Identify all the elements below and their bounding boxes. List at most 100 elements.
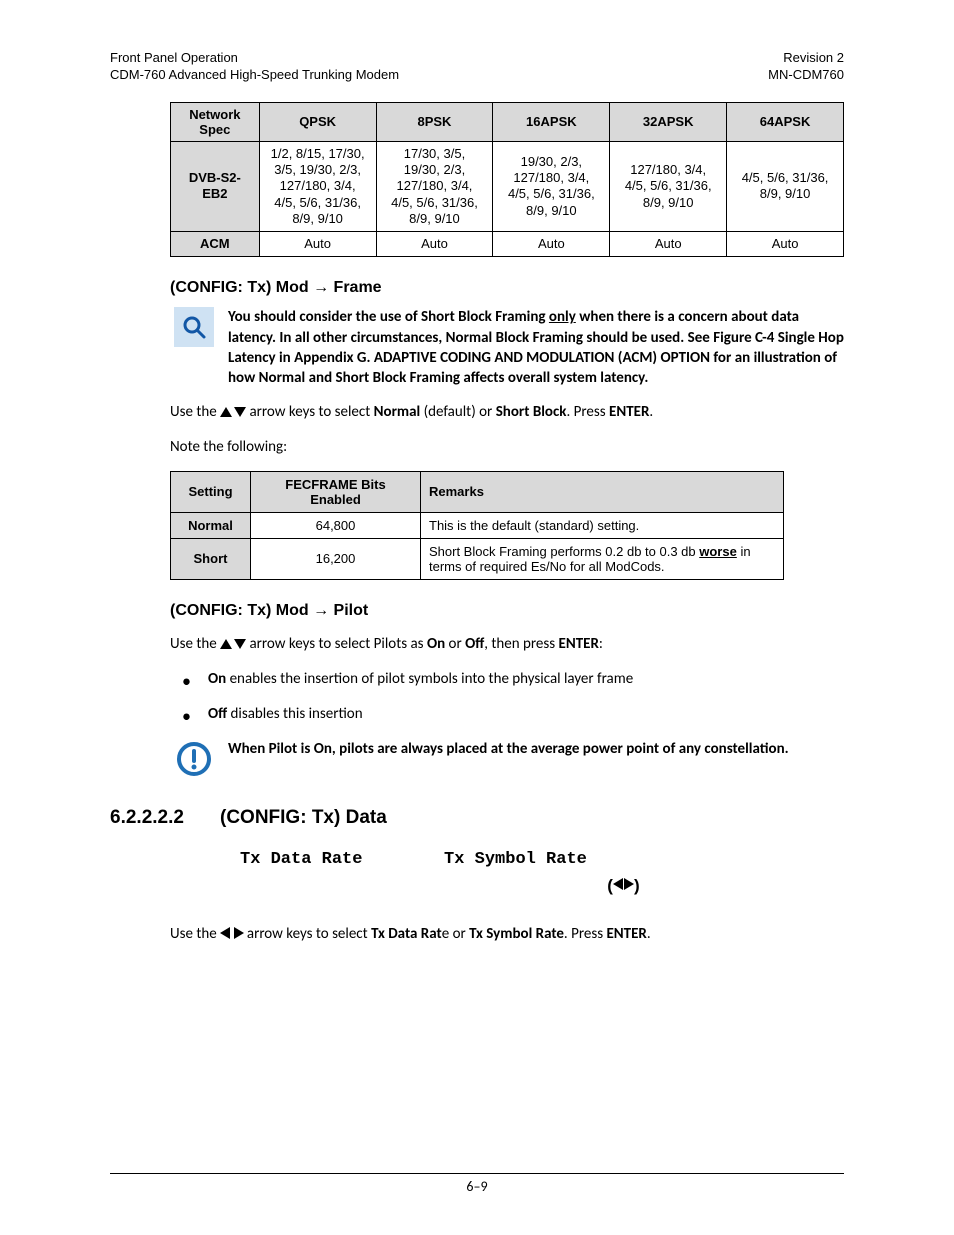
paragraph: Note the following: — [170, 437, 844, 457]
bold: On — [208, 670, 226, 688]
triangle-right-icon — [234, 927, 244, 939]
text: . Press — [564, 925, 607, 943]
bold: Off — [208, 705, 227, 723]
underlined-word: only — [549, 308, 576, 326]
note-text: You should consider the use of Short Blo… — [228, 307, 844, 388]
text: or — [445, 635, 465, 653]
note-text: When Pilot is On, pilots are always plac… — [228, 739, 789, 759]
col-header: 64APSK — [727, 102, 844, 141]
table-row: Normal 64,800 This is the default (stand… — [171, 512, 784, 538]
cell: 64,800 — [251, 512, 421, 538]
page-header: Front Panel Operation CDM-760 Advanced H… — [110, 50, 844, 84]
lr-arrow-group: () — [607, 876, 639, 895]
config-frame-heading: (CONFIG: Tx) Mod → Frame — [170, 279, 844, 297]
heading-text: Frame — [329, 279, 381, 296]
section-number: 6.2.2.2.2 — [110, 807, 220, 829]
text: arrow keys to select Pilots as — [246, 635, 427, 653]
cell: Auto — [493, 232, 610, 257]
col-header: 8PSK — [376, 102, 493, 141]
header-revision: Revision 2 — [768, 50, 844, 67]
bold: ENTER — [606, 925, 646, 943]
col-header: Network Spec — [171, 102, 260, 141]
triangle-up-icon — [220, 407, 232, 417]
table-row: Setting FECFRAME Bits Enabled Remarks — [171, 471, 784, 512]
text: . Press — [566, 403, 609, 421]
bold: Short Block — [496, 403, 567, 421]
cell: 16,200 — [251, 538, 421, 579]
row-header: DVB-S2-EB2 — [171, 141, 260, 231]
col-header: FECFRAME Bits Enabled — [251, 471, 421, 512]
arrow-right-icon: → — [313, 602, 329, 619]
text: : — [599, 635, 603, 653]
bold: ENTER — [559, 635, 599, 653]
bold: Off — [465, 635, 484, 653]
triangle-down-icon — [234, 639, 246, 649]
paragraph: Use the arrow keys to select Pilots as O… — [170, 634, 844, 654]
section-title: (CONFIG: Tx) Data — [220, 807, 387, 828]
text: e or — [442, 925, 469, 943]
col-header: QPSK — [259, 102, 376, 141]
triangle-left-icon — [613, 878, 623, 890]
text: disables this insertion — [227, 705, 362, 723]
bullet-list: On enables the insertion of pilot symbol… — [182, 668, 844, 725]
text: arrow keys to select — [246, 403, 374, 421]
header-right: Revision 2 MN-CDM760 — [768, 50, 844, 84]
heading-text: Pilot — [329, 602, 368, 619]
cell: 19/30, 2/3, 127/180, 3/4, 4/5, 5/6, 31/3… — [493, 141, 610, 231]
text: Short Block Framing performs 0.2 db to 0… — [429, 544, 699, 559]
underlined-bold: worse — [699, 544, 737, 559]
document-page: Front Panel Operation CDM-760 Advanced H… — [0, 0, 954, 1235]
table-row: Short 16,200 Short Block Framing perform… — [171, 538, 784, 579]
col-header: Setting — [171, 471, 251, 512]
triangle-down-icon — [234, 407, 246, 417]
triangle-up-icon — [220, 639, 232, 649]
bold: ENTER — [609, 403, 649, 421]
bold: Tx Symbol Rate — [469, 925, 564, 943]
table-row: DVB-S2-EB2 1/2, 8/15, 17/30, 3/5, 19/30,… — [171, 141, 844, 231]
row-header: Short — [171, 538, 251, 579]
magnifier-icon — [174, 307, 214, 347]
text: . — [647, 925, 651, 943]
text: , then press — [484, 635, 558, 653]
info-icon — [174, 739, 214, 779]
cell: 17/30, 3/5, 19/30, 2/3, 127/180, 3/4, 4/… — [376, 141, 493, 231]
text: Use the — [170, 925, 220, 943]
header-docnum: MN-CDM760 — [768, 67, 844, 84]
bold: Tx Data Rat — [371, 925, 442, 943]
cell: 127/180, 3/4, 4/5, 5/6, 31/36, 8/9, 9/10 — [610, 141, 727, 231]
cell: Auto — [259, 232, 376, 257]
cell: Short Block Framing performs 0.2 db to 0… — [421, 538, 784, 579]
heading-text: (CONFIG: Tx) Mod — [170, 279, 313, 296]
header-left: Front Panel Operation CDM-760 Advanced H… — [110, 50, 399, 84]
arrow-right-icon: → — [313, 279, 329, 296]
cell: This is the default (standard) setting. — [421, 512, 784, 538]
page-number: 6–9 — [466, 1178, 487, 1195]
cell: Auto — [727, 232, 844, 257]
bold: Normal — [374, 403, 421, 421]
bold: On — [427, 635, 445, 653]
cell: 4/5, 5/6, 31/36, 8/9, 9/10 — [727, 141, 844, 231]
settings-table: Setting FECFRAME Bits Enabled Remarks No… — [170, 471, 784, 580]
note-block: You should consider the use of Short Blo… — [174, 307, 844, 388]
config-pilot-heading: (CONFIG: Tx) Mod → Pilot — [170, 602, 844, 620]
text: You should consider the use of Short Blo… — [228, 308, 549, 326]
triangle-left-icon — [220, 927, 230, 939]
text: Use the — [170, 403, 220, 421]
page-footer: 6–9 — [110, 1173, 844, 1195]
note-block: When Pilot is On, pilots are always plac… — [174, 739, 844, 779]
text: (default) or — [420, 403, 495, 421]
text: enables the insertion of pilot symbols i… — [226, 670, 633, 688]
table-row: Network Spec QPSK 8PSK 16APSK 32APSK 64A… — [171, 102, 844, 141]
row-header: ACM — [171, 232, 260, 257]
text: . — [649, 403, 653, 421]
col-header: 32APSK — [610, 102, 727, 141]
lcd-line: Tx Data Rate Tx Symbol Rate — [240, 850, 587, 869]
cell: 1/2, 8/15, 17/30, 3/5, 19/30, 2/3, 127/1… — [259, 141, 376, 231]
header-section-title: Front Panel Operation — [110, 50, 399, 67]
cell: Auto — [610, 232, 727, 257]
paragraph: Use the arrow keys to select Tx Data Rat… — [170, 924, 844, 944]
section-heading: 6.2.2.2.2(CONFIG: Tx) Data — [110, 807, 844, 829]
row-header: Normal — [171, 512, 251, 538]
modcod-table: Network Spec QPSK 8PSK 16APSK 32APSK 64A… — [170, 102, 844, 258]
cell: Auto — [376, 232, 493, 257]
